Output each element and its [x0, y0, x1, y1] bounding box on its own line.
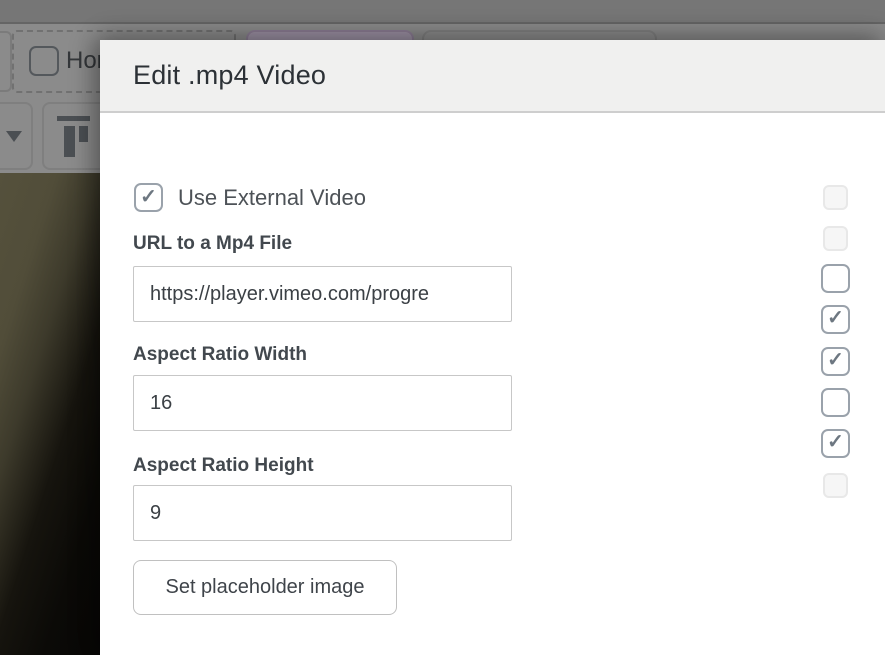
video-option-row: ✓Lo — [821, 304, 850, 334]
align-top-icon — [79, 126, 88, 142]
video-option-row: Sl — [821, 182, 850, 212]
top-bar — [0, 0, 885, 24]
aspect-ratio-height-label: Aspect Ratio Height — [133, 455, 314, 476]
dropdown-button — [0, 102, 33, 170]
option-checkbox — [823, 472, 848, 498]
use-external-video-row[interactable]: ✓ Use External Video — [134, 183, 366, 212]
use-external-video-label: Use External Video — [178, 184, 366, 210]
option-checkbox[interactable]: ✓ — [821, 428, 850, 458]
aspect-ratio-width-input[interactable] — [133, 375, 512, 431]
option-checkbox — [823, 184, 848, 210]
aspect-ratio-width-label: Aspect Ratio Width — [133, 344, 307, 365]
use-external-video-checkbox[interactable]: ✓ — [134, 183, 163, 212]
caret-down-icon — [6, 131, 22, 142]
check-icon: ✓ — [827, 307, 844, 329]
set-placeholder-image-button[interactable]: Set placeholder image — [133, 560, 397, 615]
dialog-header: Edit .mp4 Video — [100, 40, 885, 113]
video-option-row: ✓Pl — [821, 346, 850, 376]
url-input[interactable] — [133, 266, 512, 322]
option-checkbox[interactable]: ✓ — [821, 304, 850, 334]
option-checkbox[interactable] — [821, 263, 850, 293]
url-label: URL to a Mp4 File — [133, 233, 293, 254]
video-option-row: M — [821, 387, 850, 417]
edit-mp4-video-dialog: Edit .mp4 Video ✓ Use External Video URL… — [100, 40, 885, 655]
option-checkbox[interactable]: ✓ — [821, 346, 850, 376]
video-option-row: ✓Sl — [821, 428, 850, 458]
option-checkbox — [823, 225, 848, 251]
background-checkbox-label: Hor — [66, 47, 105, 74]
align-top-icon — [64, 126, 75, 157]
option-checkbox[interactable] — [821, 387, 850, 417]
check-icon: ✓ — [827, 349, 844, 371]
background-checkbox — [29, 46, 59, 76]
background-photo — [0, 173, 100, 655]
toolbar-edge-fragment — [0, 31, 12, 92]
dialog-title: Edit .mp4 Video — [133, 60, 327, 90]
video-option-row: Sl — [821, 470, 850, 500]
video-option-row: Sl — [821, 223, 850, 253]
screen: Hor Edit .mp4 Video ✓ Use External Video… — [0, 0, 885, 655]
check-icon: ✓ — [827, 431, 844, 453]
aspect-ratio-height-input[interactable] — [133, 485, 512, 541]
video-option-row: A — [821, 263, 850, 293]
check-icon: ✓ — [140, 185, 157, 208]
align-top-icon — [57, 116, 90, 121]
